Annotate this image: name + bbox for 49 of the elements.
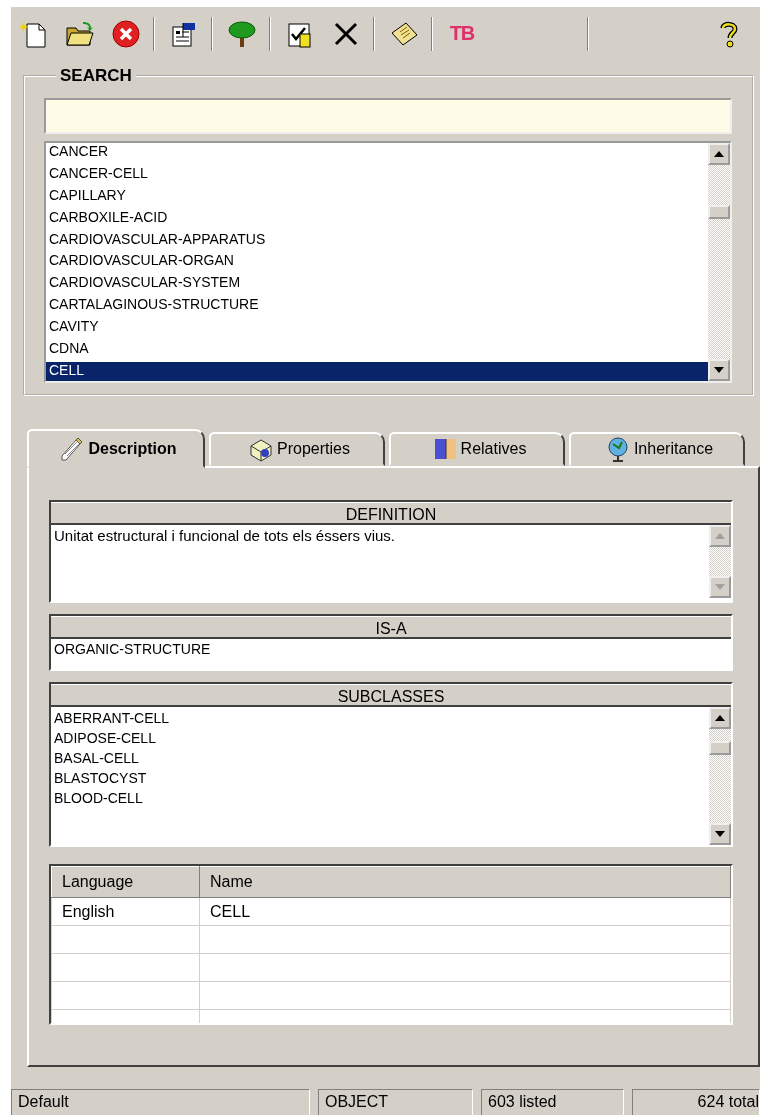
status-panel: Default — [11, 1089, 310, 1115]
down-arrow-icon — [714, 367, 724, 373]
scroll-down-button[interactable] — [708, 359, 730, 381]
scroll-up-button[interactable] — [709, 707, 731, 729]
tab[interactable]: Description — [27, 429, 205, 468]
tree-icon — [227, 18, 257, 49]
list-item[interactable]: CELL — [46, 361, 708, 381]
list-item[interactable]: CAPILLARY — [46, 186, 708, 209]
list-item[interactable]: CDNA — [46, 340, 708, 362]
group-title: SEARCH — [59, 66, 133, 86]
status-panel: OBJECT — [318, 1089, 473, 1115]
status-panel: 603 listed — [481, 1089, 624, 1115]
scroll-down-button[interactable] — [709, 823, 731, 845]
up-arrow-icon — [715, 533, 725, 539]
section-header: IS-A — [51, 616, 731, 639]
status-panel: 624 total — [632, 1089, 760, 1115]
scrollbar-thumb[interactable] — [709, 741, 731, 755]
tab[interactable]: Inheritance — [569, 432, 745, 466]
tab[interactable]: Properties — [209, 432, 385, 466]
list-item[interactable]: CANCER — [46, 143, 708, 165]
is-a-value: ORGANIC-STRUCTURE — [53, 640, 212, 659]
delete-icon — [111, 18, 141, 49]
list-item[interactable]: CARDIOVASCULAR-SYSTEM — [46, 274, 708, 297]
down-arrow-icon — [715, 584, 725, 590]
up-arrow-icon — [714, 151, 724, 157]
section-header: SUBCLASSES — [51, 684, 731, 707]
scrollbar-thumb[interactable] — [708, 205, 730, 219]
column-header[interactable]: Name — [199, 866, 731, 898]
list-item[interactable]: BASAL-CELL — [51, 748, 709, 768]
section-header: DEFINITION — [51, 502, 731, 525]
list-item[interactable]: CAVITY — [46, 318, 708, 340]
list-item[interactable]: CARBOXILE-ACID — [46, 208, 708, 231]
list-item[interactable]: ADIPOSE-CELL — [51, 728, 709, 748]
table-cell: English — [51, 897, 200, 926]
down-arrow-icon — [715, 831, 725, 837]
column-header[interactable]: Language — [51, 866, 200, 898]
list-item[interactable]: BLASTOCYST — [51, 768, 709, 788]
table-cell: CELL — [199, 897, 731, 926]
up-arrow-icon — [715, 715, 725, 721]
list-item[interactable]: CANCER-CELL — [46, 164, 708, 187]
list-item[interactable]: CARTALAGINOUS-STRUCTURE — [46, 296, 708, 319]
search-field[interactable] — [44, 98, 732, 134]
scroll-up-button[interactable] — [708, 143, 730, 165]
list-item[interactable]: CARDIOVASCULAR-APPARATUS — [46, 230, 708, 253]
tab[interactable]: Relatives — [389, 432, 565, 466]
list-item[interactable]: BLOOD-CELL — [51, 788, 709, 808]
definition-text: Unitat estructural i funcional de tots els éssers vius. — [53, 526, 396, 546]
list-item[interactable]: ABERRANT-CELL — [51, 708, 709, 728]
list-item[interactable]: CARDIOVASCULAR-ORGAN — [46, 252, 708, 275]
